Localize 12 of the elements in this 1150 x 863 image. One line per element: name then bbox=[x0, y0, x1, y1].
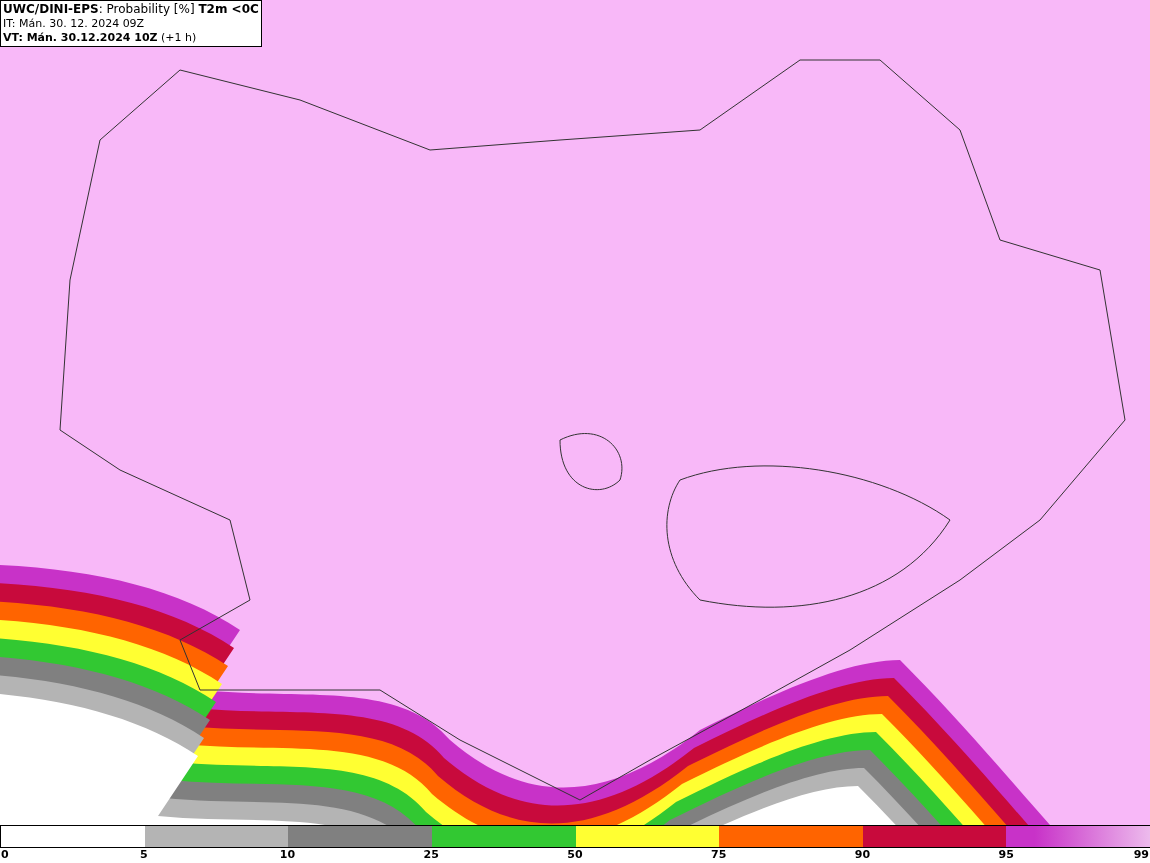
map-title: UWC/DINI-EPS: Probability [%] T2m <0C bbox=[3, 2, 259, 17]
legend-label: 50 bbox=[567, 848, 583, 862]
legend-label: 10 bbox=[279, 848, 296, 862]
legend-label: 75 bbox=[711, 848, 727, 862]
legend-label: 95 bbox=[998, 848, 1014, 862]
legend-label: 99 bbox=[1133, 848, 1149, 862]
legend-label: 90 bbox=[854, 848, 871, 862]
legend-label: 5 bbox=[139, 848, 148, 862]
time-label: VT: Mán. 30.12.2024 10Z (+1 h) bbox=[3, 31, 198, 45]
time-label: IT: Mán. 30. 12. 2024 09Z bbox=[3, 17, 146, 31]
legend-label: 0 bbox=[1, 848, 9, 862]
legend-label: 25 bbox=[423, 848, 439, 862]
